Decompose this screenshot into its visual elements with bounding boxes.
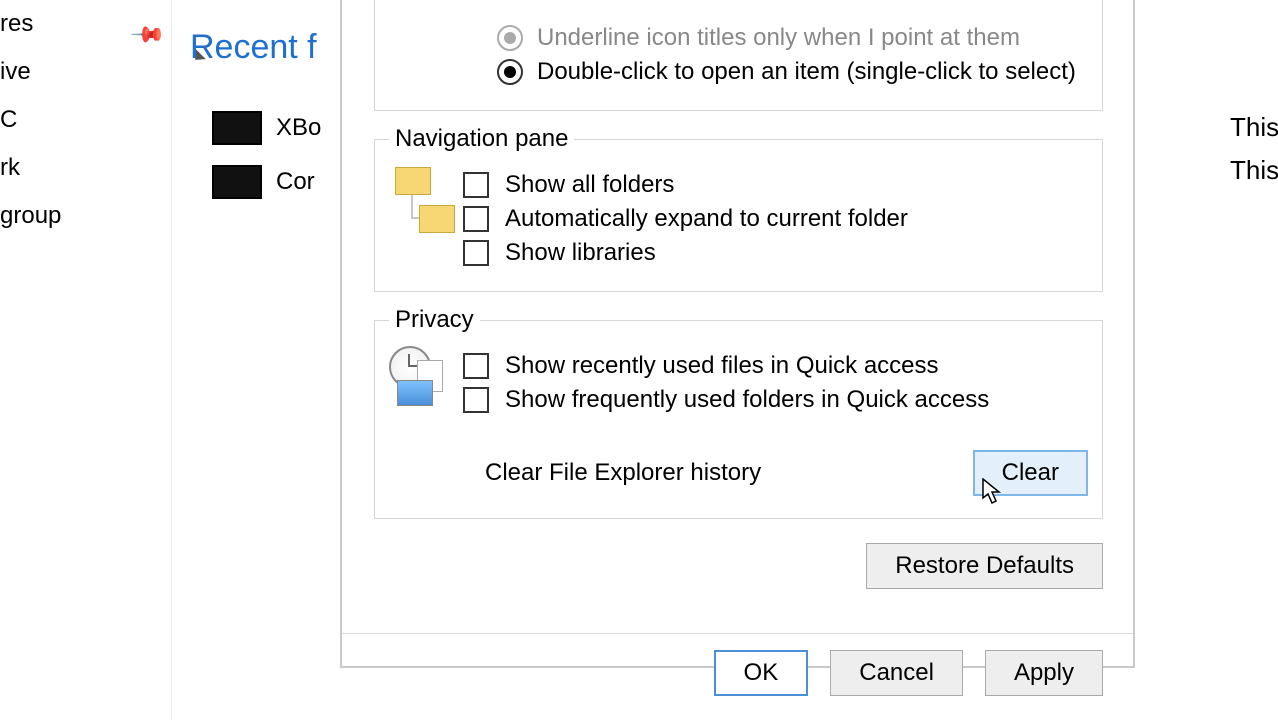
checkbox-label: Show all folders [505,171,674,199]
clipped-text: This This [1230,112,1278,198]
checkbox-icon [463,206,489,232]
checkbox-auto-expand[interactable]: Automatically expand to current folder [463,205,1088,233]
checkbox-frequent-folders[interactable]: Show frequently used folders in Quick ac… [463,386,1088,414]
radio-double-click[interactable]: Double-click to open an item (single-cli… [497,58,1088,86]
sidebar-item[interactable]: group [0,192,171,240]
clear-history-label: Clear File Explorer history [485,459,761,487]
sidebar-item[interactable]: rk [0,144,171,192]
cancel-button[interactable]: Cancel [830,650,963,696]
privacy-icon [389,346,459,416]
checkbox-icon [463,353,489,379]
file-thumbnail-icon [212,165,262,199]
checkbox-icon [463,172,489,198]
ok-button[interactable]: OK [714,650,809,696]
checkbox-icon [463,240,489,266]
checkbox-show-libraries[interactable]: Show libraries [463,239,1088,267]
restore-defaults-button[interactable]: Restore Defaults [866,543,1103,589]
dialog-footer: OK Cancel Apply [342,633,1133,718]
radio-underline-point: Underline icon titles only when I point … [497,24,1088,52]
checkbox-label: Automatically expand to current folder [505,205,908,233]
file-name: XBo [276,114,321,142]
recent-file-item[interactable]: XBo [212,106,321,150]
folder-tree-icon [389,165,459,255]
checkbox-recent-files[interactable]: Show recently used files in Quick access [463,352,1088,380]
file-name: Cor [276,168,315,196]
group-legend: Privacy [389,306,480,334]
folder-options-dialog: Underline icon titles only when I point … [340,0,1135,668]
group-legend: Navigation pane [389,125,574,153]
nav-sidebar: res ive C rk group 📌 [0,0,172,720]
clear-button[interactable]: Clear [973,450,1088,496]
recent-files-header[interactable]: Recent f [190,28,317,67]
checkbox-show-all-folders[interactable]: Show all folders [463,171,1088,199]
radio-label: Underline icon titles only when I point … [537,24,1020,52]
checkbox-icon [463,387,489,413]
navigation-pane-group: Navigation pane Show all folders Automat… [374,125,1103,292]
content-pane: Recent f XBo Cor [172,0,342,720]
checkbox-label: Show frequently used folders in Quick ac… [505,386,989,414]
checkbox-label: Show recently used files in Quick access [505,352,939,380]
click-items-group: Underline icon titles only when I point … [374,0,1103,111]
checkbox-label: Show libraries [505,239,656,267]
privacy-group: Privacy Show recently used files in Quic… [374,306,1103,519]
recent-file-item[interactable]: Cor [212,160,321,204]
apply-button[interactable]: Apply [985,650,1103,696]
radio-icon [497,25,523,51]
sidebar-item[interactable]: ive [0,48,171,96]
radio-icon [497,59,523,85]
file-thumbnail-icon [212,111,262,145]
sidebar-item[interactable]: C [0,96,171,144]
radio-label: Double-click to open an item (single-cli… [537,58,1076,86]
